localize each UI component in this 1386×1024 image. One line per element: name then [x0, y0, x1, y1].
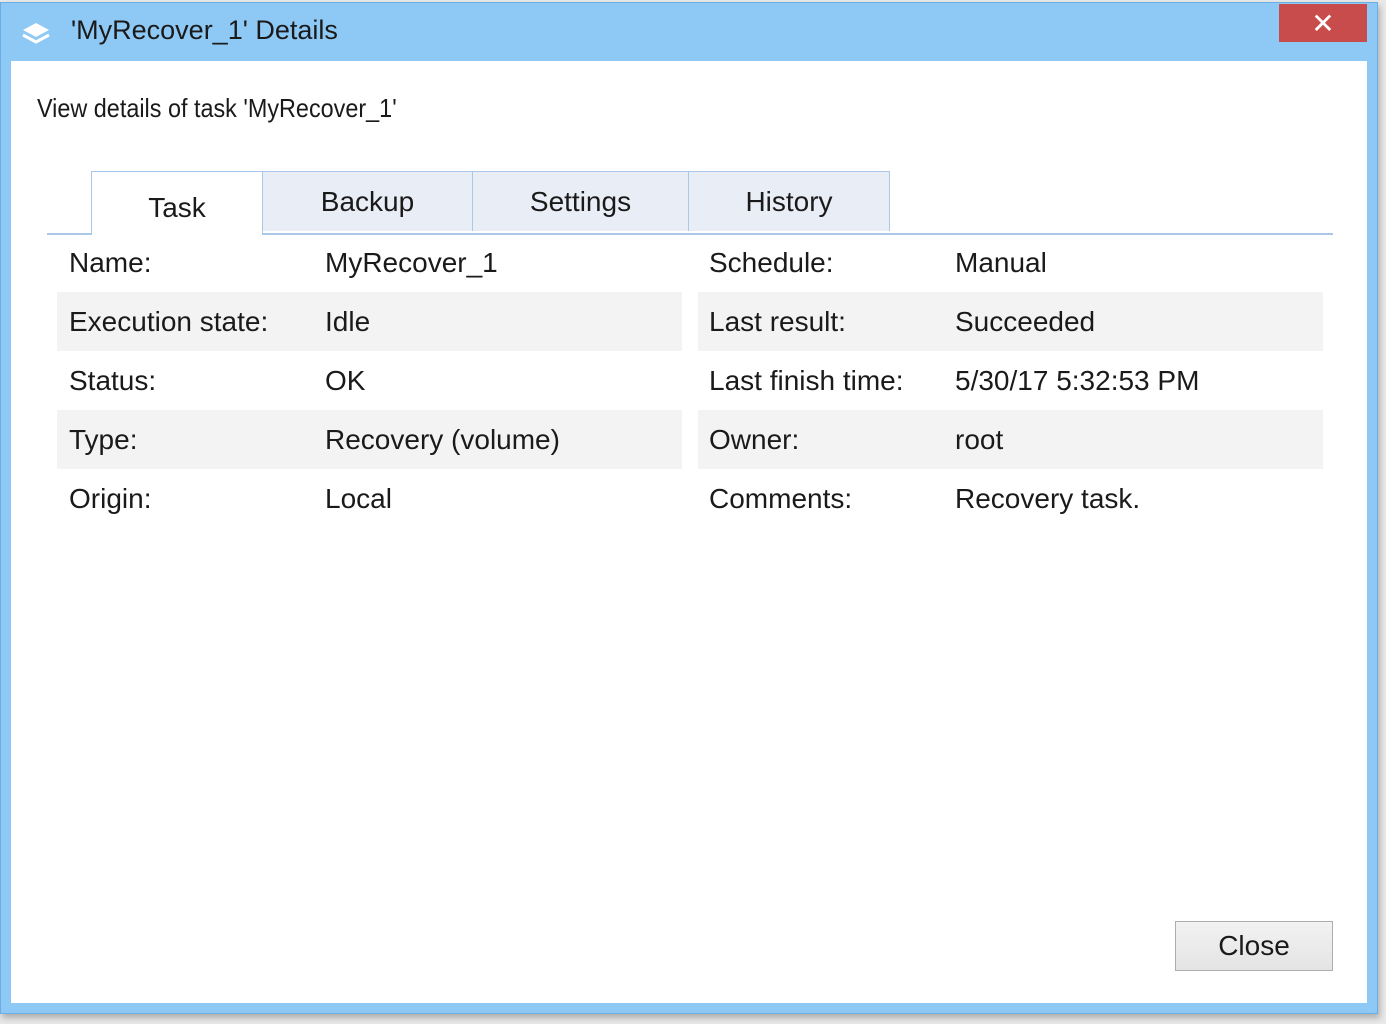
tab-task[interactable]: Task — [91, 171, 263, 235]
dialog-body: View details of task 'MyRecover_1' Task … — [11, 61, 1367, 1003]
tab-settings[interactable]: Settings — [472, 171, 689, 231]
window-close-button[interactable]: ✕ — [1279, 4, 1367, 42]
origin-label: Origin: — [69, 483, 152, 514]
close-icon: ✕ — [1311, 7, 1335, 39]
comments-label: Comments: — [709, 483, 853, 514]
origin-value: Local — [325, 483, 392, 514]
last-result-value: Succeeded — [955, 306, 1096, 337]
title-bar[interactable]: 'MyRecover_1' Details ✕ — [1, 3, 1377, 61]
owner-value: root — [955, 424, 1004, 455]
tab-task-label: Task — [148, 191, 206, 223]
comments-value: Recovery task. — [955, 483, 1141, 514]
tab-backup-label: Backup — [320, 185, 415, 217]
name-label: Name: — [69, 247, 152, 278]
last-finish-time-label: Last finish time: — [709, 365, 904, 396]
details-grid: Name: MyRecover_1 Schedule: Manual Execu… — [57, 233, 1323, 528]
status-value: OK — [325, 365, 366, 396]
close-button-label: Close — [1218, 930, 1290, 961]
last-finish-time-value: 5/30/17 5:32:53 PM — [955, 365, 1200, 396]
tab-history[interactable]: History — [688, 171, 890, 231]
tab-settings-label: Settings — [529, 185, 632, 217]
dialog-heading: View details of task 'MyRecover_1' — [37, 93, 397, 123]
details-row-execution-state: Execution state: Idle Last result: Succe… — [57, 292, 1323, 351]
details-row-name: Name: MyRecover_1 Schedule: Manual — [57, 233, 1323, 292]
tab-bar: Task Backup Settings History — [47, 171, 1333, 235]
type-label: Type: — [69, 424, 138, 455]
details-row-origin: Origin: Local Comments: Recovery task. — [57, 469, 1323, 528]
tab-backup[interactable]: Backup — [262, 171, 473, 231]
close-button[interactable]: Close — [1175, 921, 1333, 971]
last-result-label: Last result: — [709, 306, 846, 337]
schedule-label: Schedule: — [709, 247, 834, 278]
layers-icon — [21, 19, 51, 49]
name-value: MyRecover_1 — [325, 247, 498, 278]
details-row-type: Type: Recovery (volume) Owner: root — [57, 410, 1323, 469]
type-value: Recovery (volume) — [325, 424, 560, 455]
tab-history-label: History — [745, 185, 833, 217]
schedule-value: Manual — [955, 247, 1047, 278]
status-label: Status: — [69, 365, 157, 396]
execution-state-label: Execution state: — [69, 306, 269, 337]
owner-label: Owner: — [709, 424, 800, 455]
details-row-status: Status: OK Last finish time: 5/30/17 5:3… — [57, 351, 1323, 410]
execution-state-value: Idle — [325, 306, 371, 337]
window-title: 'MyRecover_1' Details — [71, 15, 338, 45]
details-dialog: 'MyRecover_1' Details ✕ View details of … — [0, 2, 1378, 1014]
